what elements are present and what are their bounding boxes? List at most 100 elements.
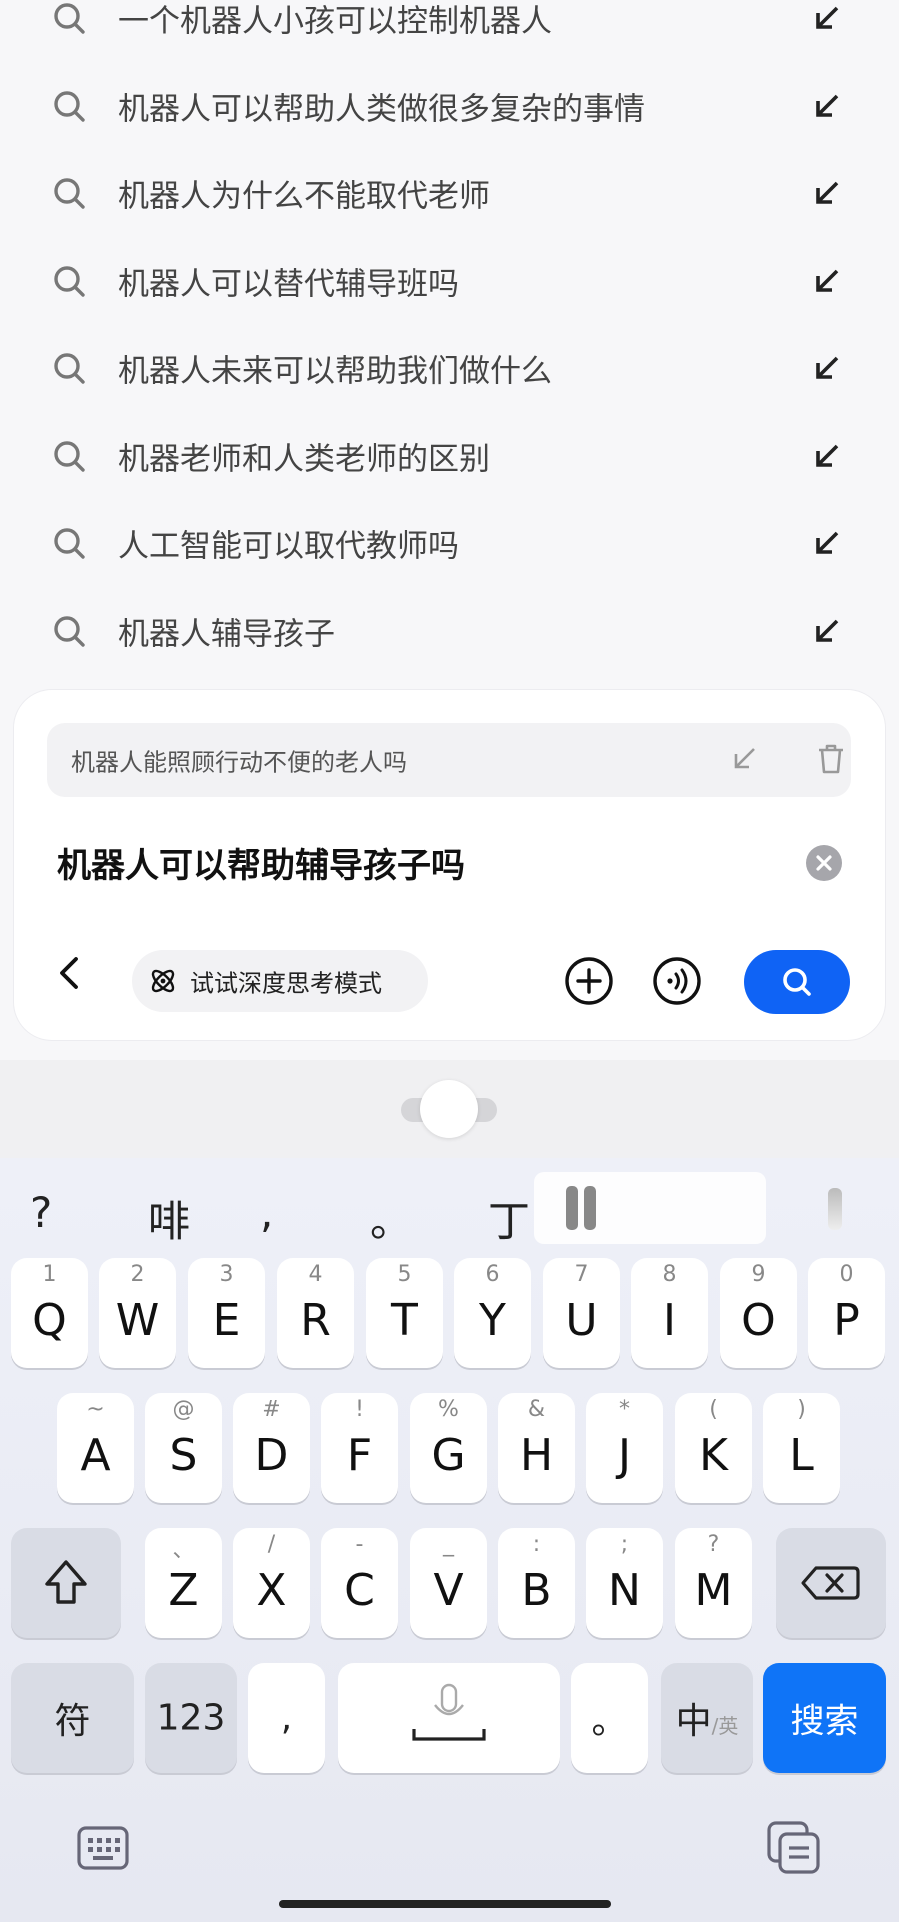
fill-arrow-icon[interactable] bbox=[730, 745, 758, 773]
candidate-word[interactable]: 啡 bbox=[148, 1188, 190, 1249]
suggestion-item[interactable]: 机器人可以替代辅导班吗 bbox=[0, 241, 899, 321]
search-icon bbox=[54, 616, 85, 647]
history-item[interactable]: 机器人能照顾行动不便的老人吗 bbox=[47, 723, 851, 797]
key-y[interactable]: 6Y bbox=[454, 1258, 531, 1368]
key-u[interactable]: 7U bbox=[543, 1258, 620, 1368]
key-label: M bbox=[694, 1565, 733, 1616]
search-card: 机器人能照顾行动不便的老人吗 机器人可以帮助辅导孩子吗 试试深度思考模式 bbox=[14, 690, 885, 1040]
key-k[interactable]: (K bbox=[675, 1393, 752, 1503]
key-c[interactable]: -C bbox=[321, 1528, 398, 1638]
suggestion-text: 人工智能可以取代教师吗 bbox=[118, 528, 459, 565]
home-indicator[interactable] bbox=[279, 1900, 611, 1908]
suggestion-text: 机器人辅导孩子 bbox=[118, 616, 335, 653]
key-n[interactable]: ; N bbox=[586, 1528, 663, 1638]
back-chevron-icon[interactable] bbox=[54, 954, 86, 992]
suggestion-item[interactable]: 人工智能可以取代教师吗 bbox=[0, 503, 899, 583]
add-circle-icon[interactable] bbox=[564, 956, 614, 1006]
key-label: , bbox=[280, 1697, 293, 1739]
key-j[interactable]: * J bbox=[586, 1393, 663, 1503]
key-label: B bbox=[521, 1565, 552, 1616]
backspace-icon bbox=[801, 1566, 860, 1600]
fill-arrow-icon[interactable] bbox=[812, 178, 842, 208]
language-switch-key[interactable]: 中/英 bbox=[661, 1663, 753, 1773]
search-button[interactable] bbox=[744, 950, 850, 1014]
key-h[interactable]: & H bbox=[498, 1393, 575, 1503]
key-sub-label: 8 bbox=[662, 1262, 677, 1287]
key-q[interactable]: 1Q bbox=[11, 1258, 88, 1368]
key-l[interactable]: ) L bbox=[763, 1393, 840, 1503]
key-sub-label: 4 bbox=[308, 1262, 323, 1287]
space-key[interactable] bbox=[338, 1663, 560, 1773]
key-sub-label: 6 bbox=[485, 1262, 500, 1287]
voice-wave-icon[interactable] bbox=[652, 956, 702, 1006]
number-key[interactable]: 123 bbox=[145, 1663, 237, 1773]
shift-key[interactable] bbox=[11, 1528, 121, 1638]
key-label: L bbox=[789, 1430, 814, 1481]
key-s[interactable]: @ S bbox=[145, 1393, 222, 1503]
fill-arrow-icon[interactable] bbox=[812, 441, 842, 471]
key-label: 搜索 bbox=[790, 1701, 859, 1742]
suggestion-item[interactable]: 机器人未来可以帮助我们做什么 bbox=[0, 328, 899, 408]
trash-icon[interactable] bbox=[816, 743, 846, 775]
suggestion-item[interactable]: 机器人可以帮助人类做很多复杂的事情 bbox=[0, 66, 899, 146]
key-sub-label: ) bbox=[797, 1397, 806, 1422]
key-z[interactable]: 、 Z bbox=[145, 1528, 222, 1638]
key-g[interactable]: % G bbox=[410, 1393, 487, 1503]
fill-arrow-icon[interactable] bbox=[812, 3, 842, 33]
key-r[interactable]: 4R bbox=[277, 1258, 354, 1368]
key-b[interactable]: :B bbox=[498, 1528, 575, 1638]
suggestion-item[interactable]: 机器老师和人类老师的区别 bbox=[0, 416, 899, 496]
key-sub-label: 3 bbox=[219, 1262, 234, 1287]
clear-input-button[interactable] bbox=[806, 845, 842, 881]
keyboard-handle-knob[interactable] bbox=[420, 1080, 478, 1138]
key-label: A bbox=[80, 1430, 111, 1481]
search-icon bbox=[54, 353, 85, 384]
keyboard-icon[interactable] bbox=[76, 1823, 130, 1873]
key-x[interactable]: / X bbox=[233, 1528, 310, 1638]
key-i[interactable]: 8I bbox=[631, 1258, 708, 1368]
candidate-word[interactable]: , bbox=[260, 1188, 273, 1237]
key-label: N bbox=[608, 1565, 641, 1616]
fill-arrow-icon[interactable] bbox=[812, 266, 842, 296]
key-label: J bbox=[618, 1430, 631, 1481]
key-label: D bbox=[254, 1430, 289, 1481]
candidate-word[interactable]: 。 bbox=[370, 1188, 412, 1249]
symbol-key[interactable]: 符 bbox=[11, 1663, 134, 1773]
candidate-word[interactable]: ? bbox=[30, 1188, 52, 1237]
key-d[interactable]: # D bbox=[233, 1393, 310, 1503]
candidate-word[interactable]: 丁 bbox=[488, 1188, 530, 1249]
fill-arrow-icon[interactable] bbox=[812, 91, 842, 121]
key-p[interactable]: 0P bbox=[808, 1258, 885, 1368]
key-a[interactable]: ~ A bbox=[57, 1393, 134, 1503]
deep-think-mode-button[interactable]: 试试深度思考模式 bbox=[132, 950, 428, 1012]
key-v[interactable]: _ V bbox=[410, 1528, 487, 1638]
key-label: S bbox=[169, 1430, 198, 1481]
key-w[interactable]: 2W bbox=[99, 1258, 176, 1368]
key-label: W bbox=[115, 1295, 160, 1346]
clipboard-icon[interactable] bbox=[766, 1820, 822, 1876]
suggestion-text: 机器人未来可以帮助我们做什么 bbox=[118, 353, 552, 390]
period-key[interactable]: 。 bbox=[571, 1663, 648, 1773]
backspace-key[interactable] bbox=[776, 1528, 886, 1638]
suggestion-item[interactable]: 机器人为什么不能取代老师 bbox=[0, 153, 899, 233]
key-sub-label: 1 bbox=[42, 1262, 57, 1287]
language-label: 中/英 bbox=[661, 1692, 753, 1744]
key-m[interactable]: ? M bbox=[675, 1528, 752, 1638]
search-input[interactable]: 机器人可以帮助辅导孩子吗 bbox=[57, 838, 465, 887]
key-e[interactable]: 3E bbox=[188, 1258, 265, 1368]
fill-arrow-icon[interactable] bbox=[812, 528, 842, 558]
key-label: T bbox=[391, 1295, 418, 1346]
search-icon bbox=[783, 968, 811, 996]
lang-sub-label: /英 bbox=[711, 1714, 739, 1738]
fill-arrow-icon[interactable] bbox=[812, 353, 842, 383]
comma-key[interactable]: , bbox=[248, 1663, 325, 1773]
key-f[interactable]: ! F bbox=[321, 1393, 398, 1503]
key-label: Q bbox=[32, 1295, 67, 1346]
key-o[interactable]: 9O bbox=[720, 1258, 797, 1368]
fill-arrow-icon[interactable] bbox=[812, 616, 842, 646]
key-sub-label: _ bbox=[443, 1532, 454, 1557]
key-t[interactable]: 5T bbox=[366, 1258, 443, 1368]
suggestion-item[interactable]: 机器人辅导孩子 bbox=[0, 591, 899, 671]
search-key[interactable]: 搜索 bbox=[763, 1663, 886, 1773]
suggestion-item[interactable]: 一个机器人小孩可以控制机器人 bbox=[0, 0, 899, 58]
